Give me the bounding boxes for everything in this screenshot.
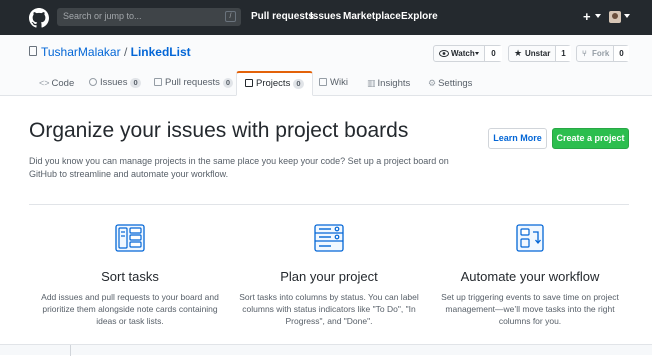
nav-explore[interactable]: Explore (401, 11, 438, 22)
pull-request-icon (154, 78, 162, 86)
search-placeholder: Search or jump to... (63, 11, 142, 21)
global-header: Search or jump to... / Pull requests Iss… (0, 0, 652, 35)
watch-count[interactable]: 0 (484, 46, 502, 61)
feature-text: Sort tasks into columns by status. You c… (239, 292, 419, 326)
star-count[interactable]: 1 (555, 46, 571, 61)
tab-label: Code (51, 78, 75, 89)
profile-caret-icon[interactable] (624, 14, 630, 18)
page-footer-band (0, 344, 652, 356)
nav-issues[interactable]: Issues (310, 11, 341, 22)
repo-title-separator: / (123, 45, 128, 59)
search-shortcut-key: / (225, 11, 236, 22)
star-icon: ★ (514, 48, 523, 58)
tab-pull-requests[interactable]: Pull requests 0 (154, 71, 234, 96)
feature-text: Add issues and pull requests to your boa… (41, 292, 219, 326)
repo-header: TusharMalakar / LinkedList Watch 0 ★ Uns… (0, 35, 652, 96)
tab-count: 0 (130, 78, 141, 88)
page-title: Organize your issues with project boards (29, 119, 409, 142)
feature-automate-workflow: Automate your workflow Set up triggering… (435, 222, 625, 327)
avatar[interactable] (609, 11, 621, 23)
feature-text: Set up triggering events to save time on… (441, 292, 619, 326)
create-project-button[interactable]: Create a project (552, 128, 629, 149)
nav-marketplace[interactable]: Marketplace (343, 11, 401, 22)
search-input[interactable]: Search or jump to... / (57, 8, 241, 26)
fork-count[interactable]: 0 (613, 46, 629, 61)
unstar-label: Unstar (525, 49, 551, 58)
feature-sort-tasks: Sort tasks Add issues and pull requests … (35, 222, 225, 327)
watch-button[interactable]: Watch 0 (433, 45, 502, 62)
issue-icon (89, 78, 97, 86)
watch-caret-icon (475, 52, 479, 55)
tab-wiki[interactable]: Wiki (319, 71, 348, 96)
tab-count: 0 (222, 78, 234, 88)
code-icon: <> (39, 78, 50, 88)
project-icon (245, 79, 253, 87)
learn-more-button[interactable]: Learn More (488, 128, 547, 149)
tab-label: Insights (377, 78, 411, 89)
graph-icon: ▥ (367, 78, 376, 88)
nav-pull-requests[interactable]: Pull requests (251, 11, 314, 22)
page-description: Did you know you can manage projects in … (29, 156, 449, 179)
book-icon (319, 78, 327, 86)
plan-project-icon (314, 224, 344, 252)
repo-owner-link[interactable]: TusharMalakar (41, 45, 121, 59)
feature-title: Sort tasks (101, 269, 159, 284)
feature-title: Automate your workflow (460, 269, 600, 284)
fork-label: Fork (592, 49, 610, 58)
tab-label: Pull requests (165, 77, 220, 88)
section-divider (29, 204, 629, 205)
watch-label: Watch (451, 49, 475, 58)
tab-label: Projects (256, 78, 291, 89)
repo-title: TusharMalakar / LinkedList (41, 45, 191, 59)
eye-icon (439, 50, 449, 57)
tab-settings[interactable]: ⚙ Settings (428, 71, 472, 96)
gear-icon: ⚙ (428, 78, 437, 88)
github-logo-icon[interactable] (29, 8, 49, 28)
feature-title: Plan your project (280, 269, 378, 284)
tab-label: Settings (438, 78, 473, 89)
sort-tasks-icon (115, 224, 145, 252)
repo-tabs: <> Code Issues 0 Pull requests 0 Projects 0 … (0, 71, 652, 96)
tab-label: Wiki (330, 77, 348, 88)
repo-icon (29, 46, 37, 56)
create-new-plus-icon[interactable]: + (583, 9, 591, 24)
create-new-caret-icon[interactable] (595, 14, 601, 18)
tab-count: 0 (293, 79, 304, 89)
tab-insights[interactable]: ▥ Insights (367, 71, 410, 96)
fork-icon: ⑂ (582, 49, 587, 58)
tab-code[interactable]: <> Code (39, 71, 74, 96)
tab-projects[interactable]: Projects 0 (236, 71, 313, 96)
unstar-button[interactable]: ★ Unstar 1 (508, 45, 571, 62)
feature-plan-project: Plan your project Sort tasks into column… (234, 222, 424, 327)
tab-label: Issues (100, 77, 128, 88)
automate-workflow-icon (516, 224, 544, 252)
tab-issues[interactable]: Issues 0 (89, 71, 141, 96)
repo-name-link[interactable]: LinkedList (131, 45, 191, 59)
fork-button[interactable]: ⑂ Fork 0 (576, 45, 629, 62)
footer-divider (70, 345, 71, 356)
